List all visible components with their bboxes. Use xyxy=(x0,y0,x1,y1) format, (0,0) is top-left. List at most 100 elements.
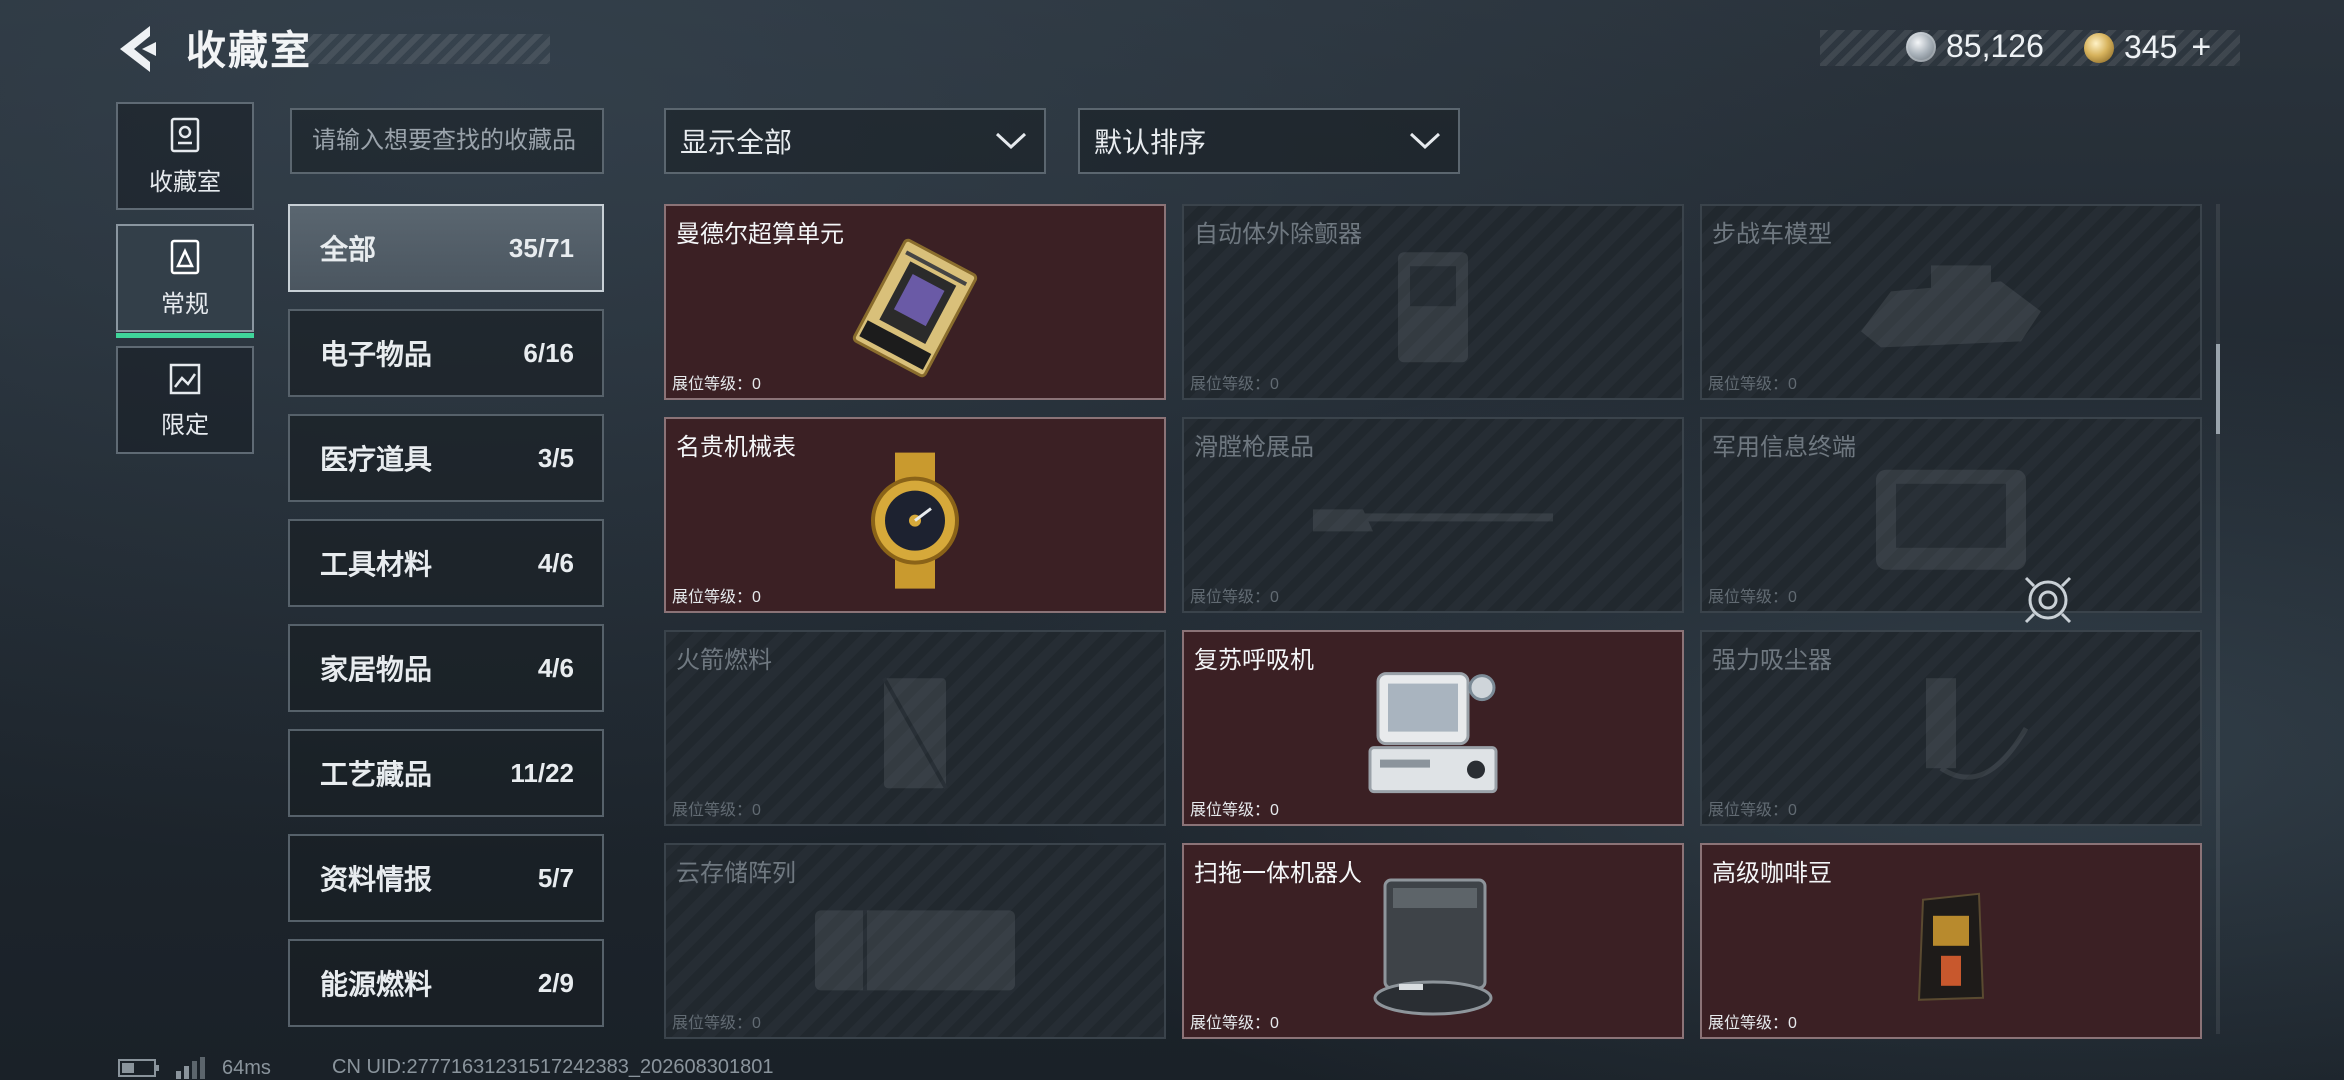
gold-amount: 345 xyxy=(2124,29,2178,65)
category-name: 医疗道具 xyxy=(320,444,433,475)
category-household[interactable]: 家居物品 4/6 xyxy=(288,624,604,712)
storage-array-icon xyxy=(815,910,1015,991)
item-name: 曼德尔超算单元 xyxy=(676,221,844,248)
user-uid: CN UID:27771631231517242383_202608301801 xyxy=(332,1056,774,1078)
item-card[interactable]: 强力吸尘器 展位等级：0 xyxy=(1700,630,2202,826)
coffee-bag-icon xyxy=(1917,892,1985,1001)
item-level: 展位等级：0 xyxy=(1708,376,1797,393)
nav-limited[interactable]: 限定 xyxy=(116,346,254,454)
battery-icon xyxy=(118,1059,159,1077)
category-count: 4/6 xyxy=(537,652,574,683)
safe-icon xyxy=(170,117,200,152)
title-decoration xyxy=(280,34,550,64)
musket-icon xyxy=(1313,509,1553,532)
item-name: 高级咖啡豆 xyxy=(1712,860,1832,887)
category-name: 家居物品 xyxy=(320,654,433,685)
category-electronics[interactable]: 电子物品 6/16 xyxy=(288,309,604,397)
category-count: 35/71 xyxy=(508,232,574,263)
display-filter-dropdown[interactable]: 显示全部 xyxy=(664,108,1046,174)
category-count: 2/9 xyxy=(537,967,574,998)
item-card[interactable]: 名贵机械表 展位等级：0 xyxy=(664,417,1166,613)
item-card[interactable]: 复苏呼吸机 展位等级：0 xyxy=(1182,630,1684,826)
header: 收藏室 85,126 345 + xyxy=(0,0,2344,100)
item-name: 火箭燃料 xyxy=(676,647,772,674)
item-level: 展位等级：0 xyxy=(1708,589,1797,606)
category-name: 工艺藏品 xyxy=(320,759,433,790)
category-intel[interactable]: 资料情报 5/7 xyxy=(288,834,604,922)
item-name: 滑膛枪展品 xyxy=(1194,434,1314,461)
grid-scrollbar[interactable] xyxy=(2216,204,2220,1034)
category-count: 11/22 xyxy=(510,757,574,788)
item-name: 强力吸尘器 xyxy=(1712,647,1832,674)
item-level: 展位等级：0 xyxy=(672,802,761,819)
item-level: 展位等级：0 xyxy=(1708,802,1797,819)
sort-dropdown[interactable]: 默认排序 xyxy=(1078,108,1460,174)
item-name: 扫拖一体机器人 xyxy=(1194,860,1362,887)
item-card[interactable]: 步战车模型 展位等级：0 xyxy=(1700,204,2202,400)
item-level: 展位等级：0 xyxy=(672,1015,761,1032)
silver-currency: 85,126 xyxy=(1906,28,2044,65)
item-card[interactable]: 军用信息终端 展位等级：0 xyxy=(1700,417,2202,613)
item-card[interactable]: 自动体外除颤器 展位等级：0 xyxy=(1182,204,1684,400)
search-input[interactable] xyxy=(290,108,604,174)
category-count: 5/7 xyxy=(537,862,574,893)
item-name: 复苏呼吸机 xyxy=(1194,647,1314,674)
scrollbar-thumb[interactable] xyxy=(2216,344,2220,434)
collection-grid: 曼德尔超算单元 展位等级：0 自动体外除颤器 展位等级：0 步战车模型 展位等级… xyxy=(664,204,2202,1039)
category-name: 能源燃料 xyxy=(320,969,433,1000)
category-medical[interactable]: 医疗道具 3/5 xyxy=(288,414,604,502)
robot-cleaner-icon xyxy=(1373,878,1493,1016)
item-level: 展位等级：0 xyxy=(1190,1015,1279,1032)
category-crafts[interactable]: 工艺藏品 11/22 xyxy=(288,729,604,817)
ventilator-icon xyxy=(1368,672,1498,794)
nav-collection-room[interactable]: 收藏室 xyxy=(116,102,254,210)
nav-label: 收藏室 xyxy=(149,168,221,196)
item-level: 展位等级：0 xyxy=(1190,802,1279,819)
status-bar: 64ms xyxy=(118,1056,271,1080)
back-arrow-icon xyxy=(120,26,156,72)
gold-coin-icon xyxy=(2084,32,2114,63)
target-icon[interactable] xyxy=(2020,572,2076,628)
nav-label: 限定 xyxy=(161,411,209,439)
sort-value: 默认排序 xyxy=(1094,127,1207,158)
item-card[interactable]: 曼德尔超算单元 展位等级：0 xyxy=(664,204,1166,400)
silver-amount: 85,126 xyxy=(1946,28,2044,64)
item-name: 名贵机械表 xyxy=(676,434,796,461)
back-button[interactable] xyxy=(112,22,168,76)
terminal-icon xyxy=(1876,469,2026,570)
category-energy[interactable]: 能源燃料 2/9 xyxy=(288,939,604,1027)
item-card[interactable]: 云存储阵列 展位等级：0 xyxy=(664,843,1166,1039)
category-all[interactable]: 全部 35/71 xyxy=(288,204,604,292)
watch-icon xyxy=(871,452,959,589)
category-count: 3/5 xyxy=(537,442,574,473)
signal-icon xyxy=(176,1057,205,1079)
item-card[interactable]: 火箭燃料 展位等级：0 xyxy=(664,630,1166,826)
category-tools[interactable]: 工具材料 4/6 xyxy=(288,519,604,607)
chevron-down-icon xyxy=(1409,132,1441,150)
page-title: 收藏室 xyxy=(186,29,312,73)
item-level: 展位等级：0 xyxy=(1708,1015,1797,1032)
display-filter-value: 显示全部 xyxy=(680,127,793,158)
item-level: 展位等级：0 xyxy=(1190,589,1279,606)
category-name: 工具材料 xyxy=(320,549,433,580)
gold-currency[interactable]: 345 + xyxy=(2084,28,2211,67)
category-count: 6/16 xyxy=(523,337,574,368)
item-card[interactable]: 高级咖啡豆 展位等级：0 xyxy=(1700,843,2202,1039)
category-count: 4/6 xyxy=(537,547,574,578)
item-card[interactable]: 扫拖一体机器人 展位等级：0 xyxy=(1182,843,1684,1039)
category-name: 资料情报 xyxy=(320,864,433,895)
defibrillator-icon xyxy=(1398,252,1468,363)
category-name: 全部 xyxy=(320,234,377,265)
item-card[interactable]: 滑膛枪展品 展位等级：0 xyxy=(1182,417,1684,613)
nav-label: 常规 xyxy=(161,290,209,318)
fuel-icon xyxy=(882,677,948,790)
category-name: 电子物品 xyxy=(320,339,433,370)
processor-icon xyxy=(852,238,978,378)
picture-icon xyxy=(169,363,201,394)
add-currency-button[interactable]: + xyxy=(2191,28,2211,67)
item-name: 步战车模型 xyxy=(1712,221,1832,248)
nav-regular[interactable]: 常规 xyxy=(116,224,254,338)
chevron-down-icon xyxy=(995,132,1027,150)
item-name: 军用信息终端 xyxy=(1712,434,1856,461)
vehicle-model-icon xyxy=(1861,265,2041,348)
